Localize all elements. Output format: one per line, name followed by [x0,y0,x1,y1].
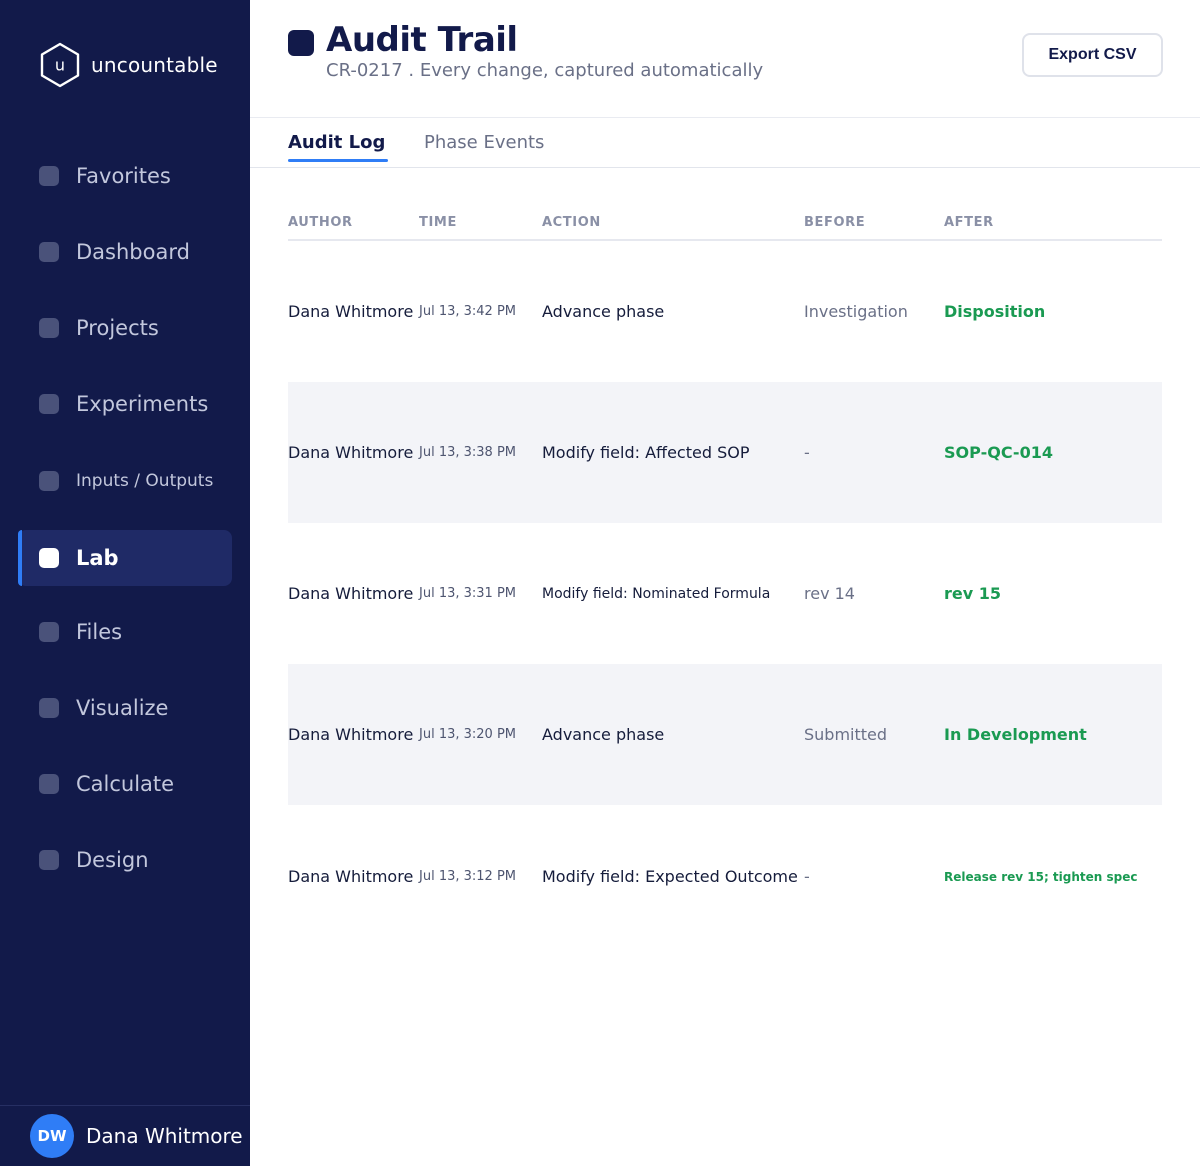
sidebar-item-label: Design [76,848,149,872]
design-icon [39,850,59,870]
tab-audit-log[interactable]: Audit Log [288,132,385,153]
column-header-time: TIME [419,215,457,230]
sidebar-item-label: Experiments [76,392,209,416]
dashboard-icon [39,242,59,262]
after-cell: In Development [944,725,1087,744]
sidebar-item-label: Calculate [76,772,175,796]
action-cell: Advance phase [542,725,665,744]
column-header-before: BEFORE [804,215,866,230]
before-cell: rev 14 [804,584,855,603]
time-cell: Jul 13, 3:20 PM [419,727,517,742]
time-cell: Jul 13, 3:38 PM [419,445,517,460]
brand-logo[interactable]: u uncountable [38,42,218,88]
time-cell: Jul 13, 3:12 PM [419,869,517,884]
sidebar-item-design[interactable]: Design [18,832,232,888]
sidebar-item-visualize[interactable]: Visualize [18,680,232,736]
user-name: Dana Whitmore [86,1124,243,1148]
author-cell: Dana Whitmore [288,584,414,603]
before-cell: Investigation [804,302,908,321]
author-cell: Dana Whitmore [288,867,414,886]
sidebar-item-label: Projects [76,316,159,340]
author-cell: Dana Whitmore [288,302,414,321]
sidebar-item-calculate[interactable]: Calculate [18,756,232,812]
sidebar-item-label: Visualize [76,696,169,720]
tabs-divider [250,167,1200,168]
active-tab-indicator [288,159,388,162]
action-cell: Modify field: Nominated Formula [542,585,771,602]
column-header-action: ACTION [542,215,601,230]
svg-text:u: u [55,56,65,75]
sidebar-item-projects[interactable]: Projects [18,300,232,356]
table-row[interactable]: Dana Whitmore Jul 13, 3:31 PM Modify fie… [288,523,1162,664]
export-csv-button[interactable]: Export CSV [1022,33,1163,77]
sidebar-item-files[interactable]: Files [18,604,232,660]
sidebar-item-experiments[interactable]: Experiments [18,376,232,432]
user-profile[interactable]: DW Dana Whitmore [0,1105,250,1166]
files-icon [39,622,59,642]
tab-phase-events[interactable]: Phase Events [424,132,544,153]
before-cell: - [804,867,810,886]
time-cell: Jul 13, 3:31 PM [419,586,517,601]
author-cell: Dana Whitmore [288,443,414,462]
experiments-icon [39,394,59,414]
after-cell: rev 15 [944,584,1002,603]
visualize-icon [39,698,59,718]
column-header-after: AFTER [944,215,994,230]
sidebar-item-label: Files [76,620,123,644]
action-cell: Modify field: Affected SOP [542,443,750,462]
page-subtitle: CR-0217 . Every change, captured automat… [326,60,764,81]
sidebar-item-label: Favorites [76,164,171,188]
sidebar-item-favorites[interactable]: Favorites [18,148,232,204]
sidebar-item-label: Inputs / Outputs [76,471,214,491]
lab-icon [39,548,59,568]
table-row[interactable]: Dana Whitmore Jul 13, 3:20 PM Advance ph… [288,664,1162,805]
calculate-icon [39,774,59,794]
time-cell: Jul 13, 3:42 PM [419,304,517,319]
action-cell: Modify field: Expected Outcome [542,867,798,886]
after-cell: Disposition [944,302,1046,321]
favorites-icon [39,166,59,186]
page-title-icon [288,30,314,56]
before-cell: Submitted [804,725,888,744]
sidebar-item-lab[interactable]: Lab [18,530,232,586]
inputs-outputs-icon [39,471,59,491]
column-header-author: AUTHOR [288,215,353,230]
page-title: Audit Trail [326,20,518,60]
before-cell: - [804,443,810,462]
sidebar: u uncountable Favorites Dashboard Projec… [0,0,250,1166]
brand-name: uncountable [91,53,218,77]
action-cell: Advance phase [542,302,665,321]
after-cell: SOP-QC-014 [944,443,1053,462]
avatar[interactable]: DW [30,1114,74,1158]
sidebar-item-inputs-outputs[interactable]: Inputs / Outputs [18,453,232,509]
after-cell: Release rev 15; tighten spec [944,869,1138,884]
projects-icon [39,318,59,338]
header-divider [250,117,1200,118]
author-cell: Dana Whitmore [288,725,414,744]
sidebar-item-label: Lab [76,546,119,570]
table-row[interactable]: Dana Whitmore Jul 13, 3:38 PM Modify fie… [288,382,1162,523]
sidebar-item-dashboard[interactable]: Dashboard [18,224,232,280]
table-row[interactable]: Dana Whitmore Jul 13, 3:42 PM Advance ph… [288,241,1162,382]
hexagon-logo-icon: u [40,42,80,88]
table-row[interactable]: Dana Whitmore Jul 13, 3:12 PM Modify fie… [288,806,1162,947]
sidebar-item-label: Dashboard [76,240,190,264]
